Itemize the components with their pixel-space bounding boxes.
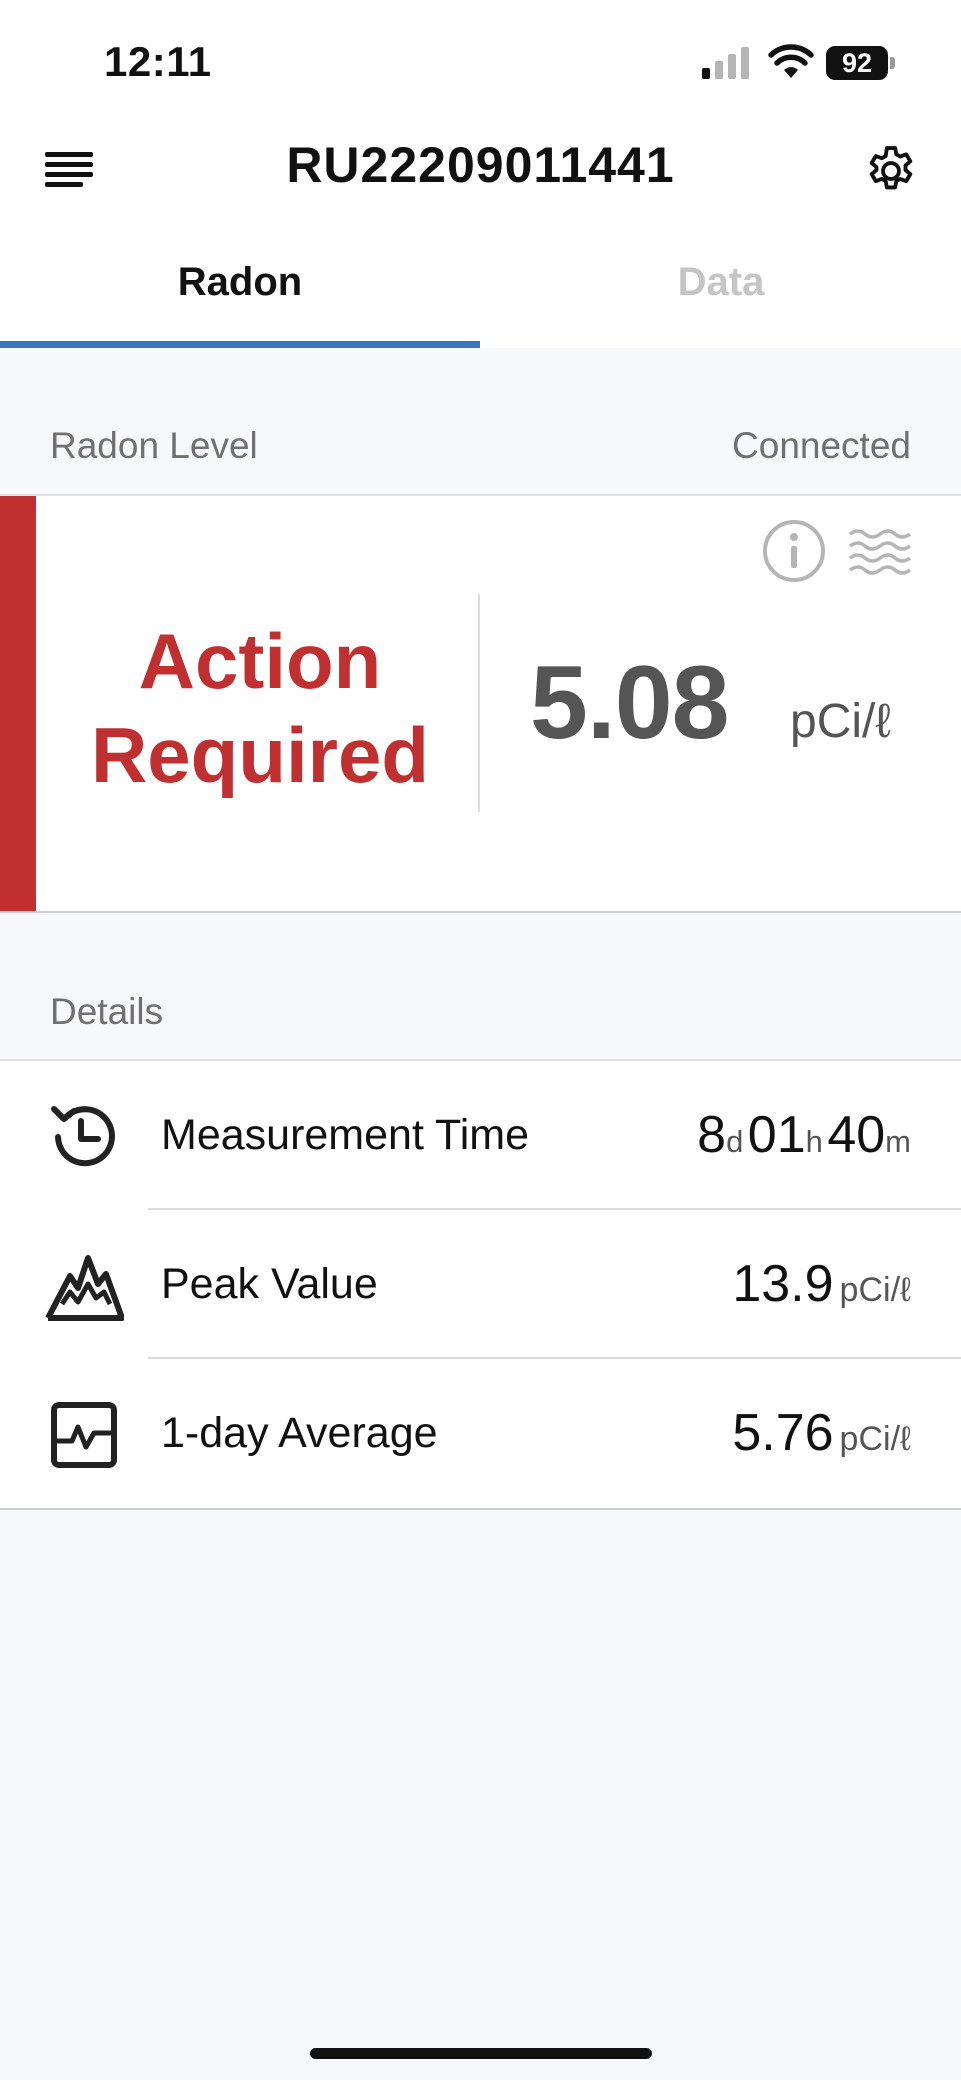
measurement-time-row: Measurement Time 8d 01h 40m (0, 1061, 961, 1210)
status-time: 12:11 (104, 38, 212, 85)
days-unit: d (726, 1124, 744, 1159)
one-day-average-label: 1-day Average (161, 1409, 438, 1457)
one-day-average-value: 5.76 pCi/ℓ (732, 1403, 911, 1463)
radon-unit: pCi/ℓ (790, 695, 891, 748)
active-tab-indicator (0, 341, 480, 348)
cellular-signal-icon (702, 47, 749, 79)
card-divider (478, 594, 480, 812)
one-day-average-row: 1-day Average 5.76 pCi/ℓ (0, 1359, 961, 1508)
radon-level-label: Radon Level (50, 425, 258, 466)
radon-status: Action Required (60, 614, 460, 802)
wifi-icon (768, 44, 814, 78)
peak-value-row: Peak Value 13.9 pCi/ℓ (0, 1210, 961, 1359)
tab-radon[interactable]: Radon (0, 260, 480, 305)
one-day-average-unit: pCi/ℓ (839, 1420, 911, 1458)
measurement-time-value: 8d 01h 40m (697, 1105, 911, 1165)
battery-level: 92 (826, 46, 888, 80)
history-clock-icon (51, 1106, 115, 1167)
measurement-time-label: Measurement Time (161, 1111, 530, 1159)
radon-value: 5.08 (530, 645, 729, 761)
measurement-days: 8 (697, 1106, 727, 1164)
info-icon[interactable] (761, 518, 827, 584)
details-label: Details (50, 991, 164, 1032)
peak-value: 13.9 pCi/ℓ (732, 1254, 911, 1314)
home-indicator (310, 2048, 652, 2059)
mountain-peak-icon (45, 1255, 124, 1321)
radon-level-card: Action Required 5.08 pCi/ℓ (0, 494, 961, 913)
waves-icon[interactable] (846, 524, 914, 580)
measurement-hours: 01 (747, 1106, 806, 1164)
alert-level-bar (0, 496, 36, 911)
one-day-average-number: 5.76 (732, 1404, 834, 1462)
chart-line-icon (51, 1402, 117, 1468)
peak-value-unit: pCi/ℓ (839, 1271, 911, 1309)
peak-value-number: 13.9 (732, 1255, 834, 1313)
radon-status-line1: Action (138, 617, 382, 705)
connection-status: Connected (732, 425, 911, 466)
details-list: Measurement Time 8d 01h 40m Peak Value 1… (0, 1059, 961, 1510)
tab-data[interactable]: Data (481, 260, 961, 305)
minutes-unit: m (885, 1124, 911, 1159)
device-title: RU22209011441 (286, 137, 675, 193)
gear-icon[interactable] (862, 142, 920, 200)
hours-unit: h (805, 1124, 823, 1159)
measurement-minutes: 40 (827, 1106, 886, 1164)
battery-indicator: 92 (826, 46, 896, 80)
battery-tip (890, 57, 895, 69)
peak-value-label: Peak Value (161, 1260, 378, 1308)
radon-status-line2: Required (90, 711, 430, 799)
